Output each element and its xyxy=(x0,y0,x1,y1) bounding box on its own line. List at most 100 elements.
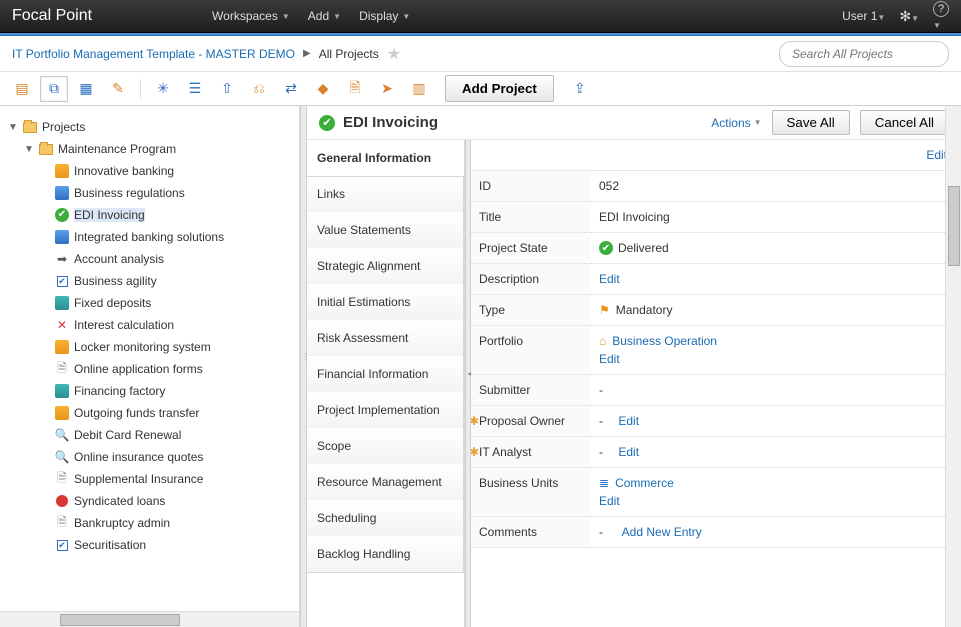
top-menu: Workspaces▼ Add▼ Display▼ xyxy=(212,9,410,23)
tool-edit-icon[interactable]: ✎ xyxy=(104,76,132,102)
page-vscrollbar[interactable] xyxy=(945,106,961,627)
desc-edit-link[interactable]: Edit xyxy=(599,272,620,286)
owner-edit-link[interactable]: Edit xyxy=(618,414,639,428)
twisty-icon[interactable]: ▼ xyxy=(8,122,20,133)
field-portfolio-value: ⌂ Business Operation Edit xyxy=(591,326,961,375)
content-pane: ✔ EDI Invoicing Actions▼ Save All Cancel… xyxy=(307,106,961,627)
cancel-all-button[interactable]: Cancel All xyxy=(860,110,949,135)
edit-link[interactable]: Edit xyxy=(926,148,947,162)
tool-up-icon[interactable]: ⇧ xyxy=(213,76,241,102)
tree-item[interactable]: ✔Securitisation xyxy=(8,534,295,556)
tree-item[interactable]: 🗎Bankruptcy admin xyxy=(8,512,295,534)
actions-menu[interactable]: Actions▼ xyxy=(711,116,761,130)
splitter-1[interactable]: ⋮ xyxy=(300,106,307,627)
tool-tree-icon[interactable]: ⧉ xyxy=(40,76,68,102)
tool-diamond-icon[interactable]: ◆ xyxy=(309,76,337,102)
tool-grid-icon[interactable]: ▥ xyxy=(405,76,433,102)
tree-item[interactable]: ✔Business agility xyxy=(8,270,295,292)
item-icon: ➡ xyxy=(54,251,70,267)
item-icon: ✔ xyxy=(54,537,70,553)
user-menu[interactable]: User 1▼ xyxy=(842,9,885,23)
breadcrumb-root[interactable]: IT Portfolio Management Template - MASTE… xyxy=(12,47,295,61)
tree-item[interactable]: Innovative banking xyxy=(8,160,295,182)
tool-flow-icon[interactable]: ⇄ xyxy=(277,76,305,102)
tree-item[interactable]: Business regulations xyxy=(8,182,295,204)
section-nav: General InformationLinksValue Statements… xyxy=(307,140,465,627)
tree-item-label: Interest calculation xyxy=(74,318,174,332)
tree-item[interactable]: Outgoing funds transfer xyxy=(8,402,295,424)
tree-item-label: Integrated banking solutions xyxy=(74,230,224,244)
details-table: ID 052 Title EDI Invoicing Project State… xyxy=(471,170,961,548)
tree-item[interactable]: 🗎Online application forms xyxy=(8,358,295,380)
tree-item-label: Bankruptcy admin xyxy=(74,516,170,530)
tree-item[interactable]: 🗎Supplemental Insurance xyxy=(8,468,295,490)
portfolio-edit-link[interactable]: Edit xyxy=(599,352,620,366)
tree-item[interactable]: ✕Interest calculation xyxy=(8,314,295,336)
gear-icon: ✻ xyxy=(899,8,911,24)
content-header: ✔ EDI Invoicing Actions▼ Save All Cancel… xyxy=(307,106,961,140)
item-icon: 🗎 xyxy=(54,471,70,487)
nav-item[interactable]: Strategic Alignment xyxy=(307,248,464,285)
menu-workspaces[interactable]: Workspaces▼ xyxy=(212,9,290,23)
nav-item[interactable]: Financial Information xyxy=(307,356,464,393)
item-icon xyxy=(54,405,70,421)
nav-item[interactable]: Backlog Handling xyxy=(307,536,464,573)
add-project-button[interactable]: Add Project xyxy=(445,75,554,102)
tool-hierarchy-icon[interactable]: ⎌ xyxy=(245,76,273,102)
item-icon xyxy=(54,185,70,201)
tool-page-icon[interactable]: 🗎 xyxy=(341,76,369,102)
tree-item[interactable]: Locker monitoring system xyxy=(8,336,295,358)
tree-group[interactable]: ▼ Maintenance Program xyxy=(8,138,295,160)
org-icon: ⌂ xyxy=(599,334,606,348)
tree-item[interactable]: 🔍Debit Card Renewal xyxy=(8,424,295,446)
tree-item[interactable]: ➡Account analysis xyxy=(8,248,295,270)
menu-display[interactable]: Display▼ xyxy=(359,9,410,23)
scrollbar-thumb[interactable] xyxy=(60,614,180,626)
tree-item[interactable]: Syndicated loans xyxy=(8,490,295,512)
tool-arrow-icon[interactable]: ➤ xyxy=(373,76,401,102)
item-icon: 🔍 xyxy=(54,427,70,443)
tree-item[interactable]: 🔍Online insurance quotes xyxy=(8,446,295,468)
tree-item[interactable]: Integrated banking solutions xyxy=(8,226,295,248)
comments-add-link[interactable]: Add New Entry xyxy=(622,525,702,539)
nav-item[interactable]: Value Statements xyxy=(307,212,464,249)
tree-item[interactable]: ✔EDI Invoicing xyxy=(8,204,295,226)
search-input[interactable] xyxy=(779,41,949,67)
item-icon: ✔ xyxy=(54,207,70,223)
nav-item[interactable]: Scheduling xyxy=(307,500,464,537)
nav-item[interactable]: Links xyxy=(307,176,464,213)
bunits-link[interactable]: Commerce xyxy=(615,476,674,490)
tool-network-icon[interactable]: ✳ xyxy=(149,76,177,102)
tree-item-label: Innovative banking xyxy=(74,164,174,178)
bunits-edit-link[interactable]: Edit xyxy=(599,494,620,508)
item-icon: ✔ xyxy=(54,273,70,289)
tree-item[interactable]: Fixed deposits xyxy=(8,292,295,314)
nav-item[interactable]: Scope xyxy=(307,428,464,465)
tree-root[interactable]: ▼ Projects xyxy=(8,116,295,138)
scrollbar-thumb[interactable] xyxy=(948,186,960,266)
menu-add[interactable]: Add▼ xyxy=(308,9,341,23)
tool-table-icon[interactable]: ▦ xyxy=(72,76,100,102)
sidebar-hscrollbar[interactable] xyxy=(0,611,299,627)
settings-menu[interactable]: ✻▼ xyxy=(899,8,919,25)
tool-doc-icon[interactable]: ▤ xyxy=(8,76,36,102)
save-all-button[interactable]: Save All xyxy=(772,110,850,135)
analyst-edit-link[interactable]: Edit xyxy=(618,445,639,459)
help-menu[interactable]: ?▼ xyxy=(933,1,949,31)
nav-item[interactable]: Resource Management xyxy=(307,464,464,501)
tree-item[interactable]: Financing factory xyxy=(8,380,295,402)
nav-item[interactable]: Risk Assessment xyxy=(307,320,464,357)
field-type-value: ⚑Mandatory xyxy=(591,295,961,326)
tree-item-label: Fixed deposits xyxy=(74,296,151,310)
favorite-icon[interactable]: ★ xyxy=(387,44,401,64)
field-desc-label: Description xyxy=(471,264,591,295)
nav-item[interactable]: General Information xyxy=(307,140,465,177)
nav-item[interactable]: Initial Estimations xyxy=(307,284,464,321)
portfolio-link[interactable]: Business Operation xyxy=(612,334,717,348)
tool-bars-icon[interactable]: ☰ xyxy=(181,76,209,102)
tool-import-icon[interactable]: ⇪ xyxy=(566,76,594,102)
twisty-icon[interactable]: ▼ xyxy=(24,144,36,155)
tree-item-label: Outgoing funds transfer xyxy=(74,406,199,420)
folder-icon xyxy=(22,119,38,135)
nav-item[interactable]: Project Implementation xyxy=(307,392,464,429)
